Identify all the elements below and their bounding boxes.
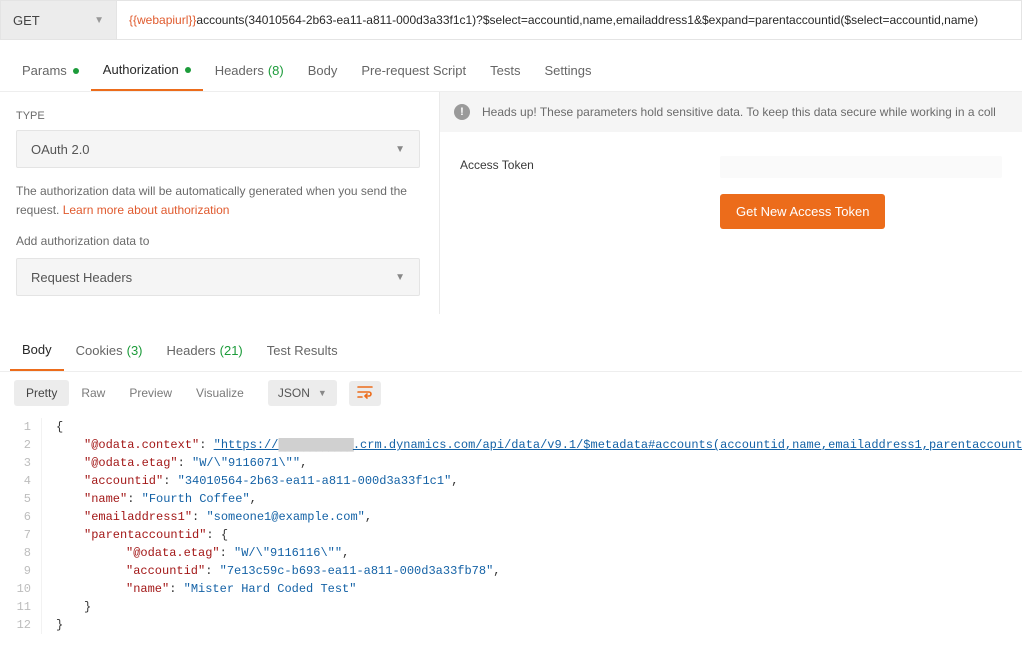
add-auth-to-label: Add authorization data to (16, 234, 423, 248)
chevron-down-icon: ▼ (94, 15, 104, 26)
http-method-value: GET (13, 13, 40, 28)
view-raw[interactable]: Raw (69, 380, 117, 406)
auth-type-select[interactable]: OAuth 2.0 ▼ (16, 130, 420, 168)
chevron-down-icon: ▼ (318, 388, 327, 398)
tab-body[interactable]: Body (296, 48, 350, 91)
access-token-row: Access Token Get New Access Token (440, 132, 1022, 239)
auth-right-column: ! Heads up! These parameters hold sensit… (440, 92, 1022, 314)
tab-authorization[interactable]: Authorization (91, 48, 203, 91)
tab-settings[interactable]: Settings (532, 48, 603, 91)
view-pretty[interactable]: Pretty (14, 380, 69, 406)
info-icon: ! (454, 104, 470, 120)
url-path: accounts(34010564-2b63-ea11-a811-000d3a3… (196, 13, 978, 27)
auth-active-dot-icon (185, 67, 191, 73)
chevron-down-icon: ▼ (395, 272, 405, 283)
chevron-down-icon: ▼ (395, 144, 405, 155)
response-view-toolbar: Pretty Raw Preview Visualize JSON ▼ (0, 372, 1022, 414)
code-content: { "@odata.context": "https://███████████… (42, 418, 1022, 634)
response-tab-headers[interactable]: Headers(21) (155, 330, 255, 371)
request-tabs: Params Authorization Headers(8) Body Pre… (0, 48, 1022, 92)
learn-more-link[interactable]: Learn more about authorization (63, 203, 230, 217)
tab-prerequest[interactable]: Pre-request Script (349, 48, 478, 91)
tab-headers[interactable]: Headers(8) (203, 48, 296, 91)
response-tab-body[interactable]: Body (10, 330, 64, 371)
tab-params[interactable]: Params (10, 48, 91, 91)
access-token-label: Access Token (460, 156, 720, 172)
type-label: TYPE (16, 110, 423, 122)
wrap-lines-icon[interactable] (349, 381, 381, 406)
auth-help-text: The authorization data will be automatic… (16, 182, 423, 220)
get-new-access-token-button[interactable]: Get New Access Token (720, 194, 885, 229)
add-auth-to-select[interactable]: Request Headers ▼ (16, 258, 420, 296)
auth-content: TYPE OAuth 2.0 ▼ The authorization data … (0, 92, 1022, 314)
response-body-code[interactable]: 123456789101112 { "@odata.context": "htt… (0, 414, 1022, 648)
view-preview[interactable]: Preview (117, 380, 184, 406)
sensitive-data-banner: ! Heads up! These parameters hold sensit… (440, 92, 1022, 132)
response-tab-test-results[interactable]: Test Results (255, 330, 350, 371)
params-active-dot-icon (73, 68, 79, 74)
view-visualize[interactable]: Visualize (184, 380, 256, 406)
response-format-select[interactable]: JSON ▼ (268, 380, 337, 406)
response-tabs: Body Cookies(3) Headers(21) Test Results (0, 330, 1022, 372)
url-variable: {{webapiurl}} (129, 13, 196, 27)
request-url-bar: GET ▼ {{webapiurl}}accounts(34010564-2b6… (0, 0, 1022, 40)
url-input[interactable]: {{webapiurl}}accounts(34010564-2b63-ea11… (117, 1, 1021, 39)
access-token-value[interactable] (720, 156, 1002, 178)
tab-tests[interactable]: Tests (478, 48, 532, 91)
auth-left-column: TYPE OAuth 2.0 ▼ The authorization data … (0, 92, 440, 314)
http-method-select[interactable]: GET ▼ (1, 1, 117, 39)
response-tab-cookies[interactable]: Cookies(3) (64, 330, 155, 371)
line-gutter: 123456789101112 (0, 418, 42, 634)
